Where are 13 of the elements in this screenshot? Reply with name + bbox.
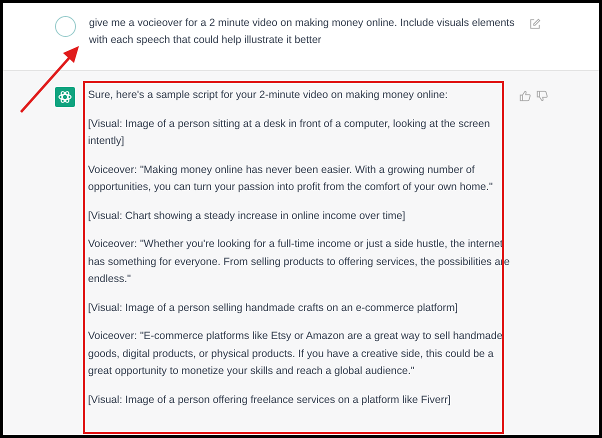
thumbs-down-icon[interactable] — [536, 90, 548, 102]
assistant-logo-icon — [55, 87, 75, 107]
response-paragraph: [Visual: Chart showing a steady increase in online income over time] — [88, 208, 406, 224]
response-paragraph: Sure, here's a sample script for your 2-minute video on making money online: — [88, 88, 449, 103]
response-paragraph: [Visual: Image of a person offering freelance services on a platform like Fiverr] — [88, 392, 452, 408]
response-paragraph: Voiceover: "Making money online has never been easier. With a growing number of opportunities, you can turn your passion into profit from the comfort of your own home." — [88, 162, 494, 195]
user-avatar — [55, 16, 76, 37]
user-message: give me a vocieover for a 2 minute video on making money online. Include visuals elements with each speech that could help illustrate it better — [89, 16, 516, 48]
response-paragraph: Voiceover: "E-commerce platforms like Etsy or Amazon are a great way to sell handmade goods, digital products, or physical products. If you have a creative side, this could be a great opportunity to monetize your skills and reach a global audience." — [88, 329, 504, 379]
response-paragraph: [Visual: Image of a person selling handmade crafts on an e-commerce platform] — [88, 300, 459, 316]
response-paragraph: [Visual: Image of a person sitting at a desk in front of a computer, looking at the screen intently] — [88, 116, 491, 149]
edit-icon[interactable] — [529, 18, 541, 30]
thumbs-up-icon[interactable] — [519, 90, 531, 102]
